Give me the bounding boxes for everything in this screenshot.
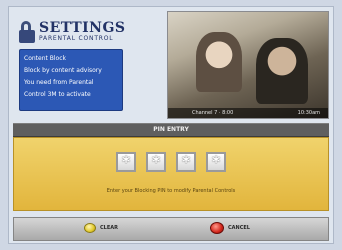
lock-icon: [19, 21, 35, 43]
tv-preview-image: Channel 7 · 8:00 10:30am: [167, 11, 329, 119]
menu-item-content-block[interactable]: Content Block: [24, 53, 118, 65]
parental-control-menu: Content Block Block by content advisory …: [19, 49, 123, 111]
menu-item-info-line-1: You need from Parental: [24, 79, 94, 86]
preview-time: 10:30am: [297, 110, 320, 116]
red-circle-button-icon: [210, 222, 224, 234]
menu-item-info-line-2: Control 3M to activate: [24, 91, 91, 98]
settings-subtitle: PARENTAL CONTROL: [39, 35, 114, 42]
pin-digit-2[interactable]: *: [146, 152, 166, 172]
preview-person-right: [256, 38, 308, 104]
yellow-circle-button-icon: [84, 223, 96, 233]
pin-digit-1[interactable]: *: [116, 152, 136, 172]
cancel-button[interactable]: CANCEL: [210, 222, 250, 234]
settings-title: SETTINGS: [39, 20, 126, 36]
pin-digit-boxes: * * * *: [14, 152, 328, 172]
preview-person-left: [196, 32, 242, 92]
header-text: SETTINGS PARENTAL CONTROL: [39, 21, 126, 43]
menu-item-block-by-advisory[interactable]: Block by content advisory: [24, 65, 118, 77]
pin-prompt: Enter your Blocking PIN to modify Parent…: [106, 188, 236, 194]
pin-digit-4[interactable]: *: [206, 152, 226, 172]
pin-digit-3[interactable]: *: [176, 152, 196, 172]
preview-channel-info: Channel 7 · 8:00: [192, 110, 234, 116]
clear-label: CLEAR: [100, 225, 118, 231]
parental-control-screen: SETTINGS PARENTAL CONTROL Content Block …: [8, 6, 334, 244]
settings-header: SETTINGS PARENTAL CONTROL: [19, 17, 165, 47]
preview-info-bar: Channel 7 · 8:00 10:30am: [168, 108, 328, 118]
pin-entry-area: * * * * Enter your Blocking PIN to modif…: [13, 137, 329, 211]
settings-panel: SETTINGS PARENTAL CONTROL Content Block …: [13, 11, 167, 117]
button-bar: CLEAR CANCEL: [13, 217, 329, 241]
clear-button[interactable]: CLEAR: [84, 223, 118, 233]
pin-entry-header: PIN ENTRY: [13, 123, 329, 137]
top-section: SETTINGS PARENTAL CONTROL Content Block …: [13, 11, 329, 121]
cancel-label: CANCEL: [228, 225, 250, 231]
